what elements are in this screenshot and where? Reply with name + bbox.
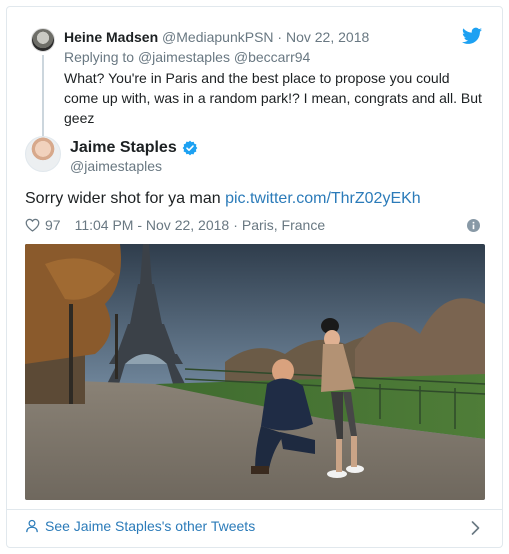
footer-divider [7,509,502,510]
main-tweet-pic-link[interactable]: pic.twitter.com/ThrZ02yEKh [225,190,421,207]
tweet-photo[interactable] [25,244,485,500]
main-author-name[interactable]: Jaime Staples [70,138,177,158]
heart-icon[interactable] [25,218,40,232]
main-author-name-row[interactable]: Jaime Staples [70,138,198,158]
thread-line [42,55,44,147]
replying-mention-2[interactable]: @beccarr94 [234,49,310,65]
twitter-bird-icon[interactable] [462,27,482,45]
main-tweet-text: Sorry wider shot for ya man pic.twitter.… [25,188,421,210]
like-count[interactable]: 97 [45,217,61,233]
info-icon[interactable] [467,219,480,232]
parent-avatar[interactable] [31,28,55,52]
location-separator: · [233,217,238,233]
tweet-meta-row: 97 11:04 PM - Nov 22, 2018 · Paris, Fran… [25,215,325,235]
replying-prefix: Replying to [64,49,135,65]
parent-separator: · [277,29,283,45]
parent-author-handle[interactable]: @MediapunkPSN [162,29,274,45]
see-other-tweets-label[interactable]: See Jaime Staples's other Tweets [45,518,255,534]
replying-mention-1[interactable]: @jaimestaples [138,49,230,65]
tweet-location[interactable]: Paris, France [242,217,325,233]
main-tweet-body: Sorry wider shot for ya man [25,190,221,207]
replying-to-line: Replying to @jaimestaples @beccarr94 [64,48,310,66]
tweet-timestamp[interactable]: 11:04 PM - Nov 22, 2018 [75,217,230,233]
parent-tweet-date[interactable]: Nov 22, 2018 [286,29,369,45]
parent-tweet-text: What? You're in Paris and the best place… [64,70,482,126]
see-other-tweets-link[interactable]: See Jaime Staples's other Tweets [25,518,255,534]
main-author-avatar[interactable] [25,136,61,172]
parent-author-name[interactable]: Heine Madsen [64,29,158,45]
parent-tweet-header: Heine Madsen @MediapunkPSN · Nov 22, 201… [64,28,369,46]
verified-badge-icon [182,140,198,156]
main-author-handle[interactable]: @jaimestaples [70,157,162,175]
embedded-tweet-card: Heine Madsen @MediapunkPSN · Nov 22, 201… [6,6,503,548]
person-icon [26,519,38,533]
chevron-right-icon[interactable] [471,521,480,535]
